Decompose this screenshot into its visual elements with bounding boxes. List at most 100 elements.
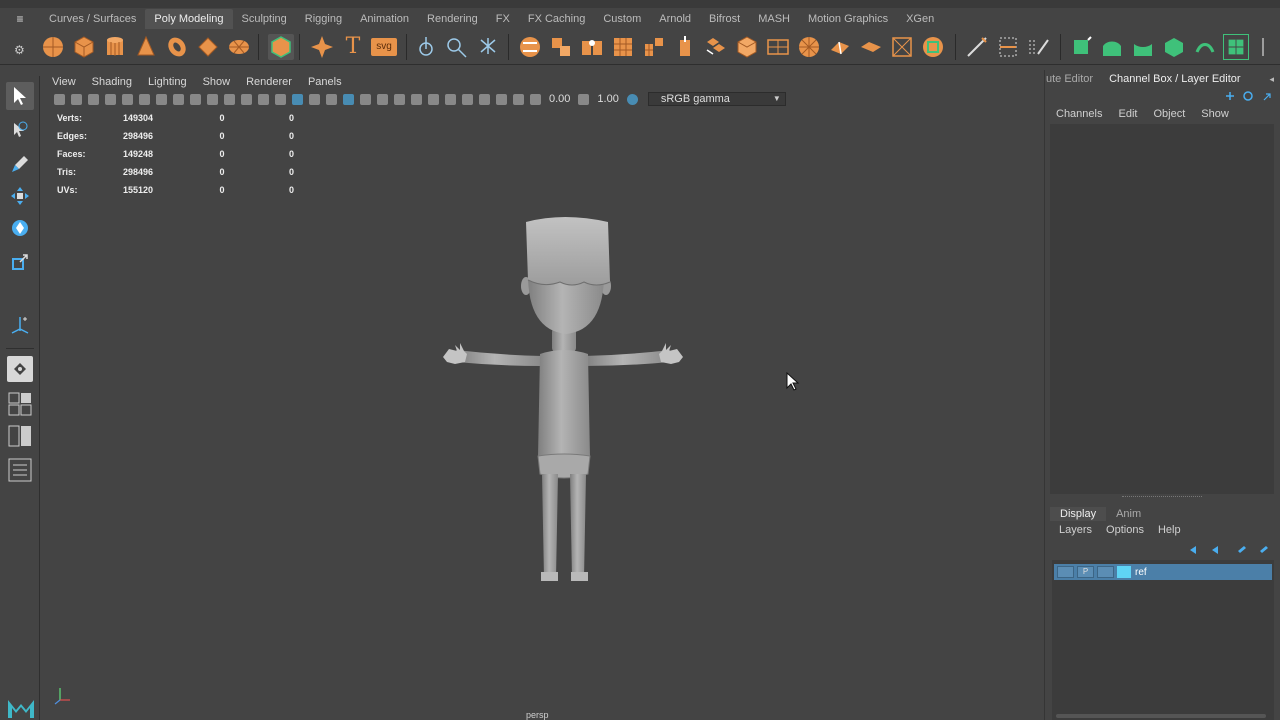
extrude-tool-icon[interactable]: [413, 34, 439, 60]
backface-culling-icon[interactable]: [513, 93, 524, 105]
separate-icon[interactable]: [548, 34, 574, 60]
sculpt-green-icon-1[interactable]: [1068, 34, 1094, 60]
bookmark-icon[interactable]: [88, 93, 99, 105]
poly-cylinder-icon[interactable]: [102, 34, 128, 60]
smooth-shade-icon[interactable]: [292, 93, 303, 105]
textured-icon[interactable]: [343, 93, 354, 105]
grease-pencil-icon[interactable]: [139, 93, 150, 105]
menu-show[interactable]: Show: [203, 76, 231, 88]
shelf-gear-icon[interactable]: ⚙: [14, 43, 25, 57]
svg-tool-icon[interactable]: svg: [371, 38, 397, 56]
combine-icon[interactable]: [517, 34, 543, 60]
xray-joints-icon[interactable]: [496, 93, 507, 105]
safe-action-icon[interactable]: [241, 93, 252, 105]
tab-channel-box-layer-editor[interactable]: Channel Box / Layer Editor: [1097, 73, 1244, 85]
tab-sculpting[interactable]: Sculpting: [233, 9, 296, 29]
wireframe-icon[interactable]: [275, 93, 286, 105]
menu-edit[interactable]: Edit: [1118, 108, 1137, 120]
tab-rendering[interactable]: Rendering: [418, 9, 487, 29]
two-d-pan-icon[interactable]: [122, 93, 133, 105]
sculpt-green-icon-6[interactable]: [1223, 34, 1249, 60]
tab-anim[interactable]: Anim: [1106, 507, 1151, 521]
sculpt-green-icon-5[interactable]: [1192, 34, 1218, 60]
tab-motion-graphics[interactable]: Motion Graphics: [799, 9, 897, 29]
poly-cube-icon[interactable]: [71, 34, 97, 60]
color-management-icon[interactable]: [626, 93, 638, 105]
layer-row-ref[interactable]: P ref: [1054, 564, 1272, 580]
type-tool-icon[interactable]: T: [340, 34, 366, 60]
shelf-menu-icon[interactable]: ≡: [0, 12, 40, 26]
panel-splitter[interactable]: [1050, 494, 1274, 502]
color-space-dropdown[interactable]: sRGB gamma: [647, 92, 786, 106]
poly-torus-icon[interactable]: [164, 34, 190, 60]
bevel-tool-icon[interactable]: [444, 34, 470, 60]
camera-select-icon[interactable]: [54, 93, 65, 105]
menu-channels[interactable]: Channels: [1056, 108, 1102, 120]
image-plane-icon[interactable]: [105, 93, 116, 105]
film-gate-icon[interactable]: [173, 93, 184, 105]
cut-uv-icon[interactable]: [827, 34, 853, 60]
uv-editor-icon[interactable]: [920, 34, 946, 60]
exposure-icon[interactable]: [530, 93, 541, 105]
tab-fx-caching[interactable]: FX Caching: [519, 9, 594, 29]
gamma-field[interactable]: 1.00: [597, 93, 618, 105]
xray-icon[interactable]: [479, 93, 490, 105]
use-all-lights-icon[interactable]: [360, 93, 371, 105]
poly-cone-icon[interactable]: [133, 34, 159, 60]
menu-options[interactable]: Options: [1106, 524, 1144, 536]
layout-uv-icon[interactable]: [889, 34, 915, 60]
super-shape-icon[interactable]: [309, 34, 335, 60]
four-view-layout-icon[interactable]: [6, 390, 34, 418]
layer-playback-toggle[interactable]: P: [1077, 566, 1094, 578]
unfold-icon[interactable]: [858, 34, 884, 60]
wireframe-on-shaded-icon[interactable]: [326, 93, 337, 105]
lasso-tool-icon[interactable]: [6, 116, 34, 144]
bridge-tool-icon[interactable]: [475, 34, 501, 60]
camera-attributes-icon[interactable]: [71, 93, 82, 105]
tab-arnold[interactable]: Arnold: [650, 9, 700, 29]
tab-display[interactable]: Display: [1050, 507, 1107, 521]
default-material-icon[interactable]: [309, 93, 320, 105]
shelf-scroll-icon[interactable]: [1257, 34, 1269, 60]
poly-sphere-icon[interactable]: [40, 34, 66, 60]
two-view-layout-icon[interactable]: [6, 422, 34, 450]
menu-view[interactable]: View: [52, 76, 76, 88]
field-chart-icon[interactable]: [224, 93, 235, 105]
gamma-icon[interactable]: [578, 93, 590, 105]
tab-rigging[interactable]: Rigging: [296, 9, 351, 29]
select-tool-icon[interactable]: [6, 82, 34, 110]
menu-renderer[interactable]: Renderer: [246, 76, 292, 88]
scale-tool-icon[interactable]: [6, 248, 34, 276]
rotate-tool-icon[interactable]: [6, 214, 34, 242]
layer-scrollbar[interactable]: [1056, 714, 1266, 718]
outliner-layout-icon[interactable]: [6, 456, 34, 484]
tab-curves-surfaces[interactable]: Curves / Surfaces: [40, 9, 145, 29]
tab-custom[interactable]: Custom: [594, 9, 650, 29]
tab-fx[interactable]: FX: [487, 9, 519, 29]
multi-cut-icon[interactable]: [964, 34, 990, 60]
last-tool-icon[interactable]: [6, 312, 34, 340]
panel-options-icon[interactable]: ◂: [1269, 74, 1280, 85]
tab-mash[interactable]: MASH: [749, 9, 799, 29]
multisample-aa-icon[interactable]: [428, 93, 439, 105]
tab-bifrost[interactable]: Bifrost: [700, 9, 749, 29]
planar-map-icon[interactable]: [765, 34, 791, 60]
safe-title-icon[interactable]: [258, 93, 269, 105]
platonic-solid-icon[interactable]: [268, 34, 294, 60]
menu-object[interactable]: Object: [1153, 108, 1185, 120]
layer-visibility-toggle[interactable]: [1057, 566, 1074, 578]
sculpt-green-icon-2[interactable]: [1099, 34, 1125, 60]
depth-of-field-icon[interactable]: [445, 93, 456, 105]
sculpt-green-icon-4[interactable]: [1161, 34, 1187, 60]
sphere-map-icon[interactable]: [796, 34, 822, 60]
move-tool-icon[interactable]: [6, 182, 34, 210]
poly-plane-icon[interactable]: [195, 34, 221, 60]
poly-disc-icon[interactable]: [226, 34, 252, 60]
grid-toggle-icon[interactable]: [156, 93, 167, 105]
smooth-icon[interactable]: [579, 34, 605, 60]
mirror-icon[interactable]: [641, 34, 667, 60]
tab-poly-modeling[interactable]: Poly Modeling: [145, 9, 233, 29]
screen-space-ao-icon[interactable]: [394, 93, 405, 105]
menu-panels[interactable]: Panels: [308, 76, 342, 88]
panel-float-icons[interactable]: [1224, 90, 1274, 102]
